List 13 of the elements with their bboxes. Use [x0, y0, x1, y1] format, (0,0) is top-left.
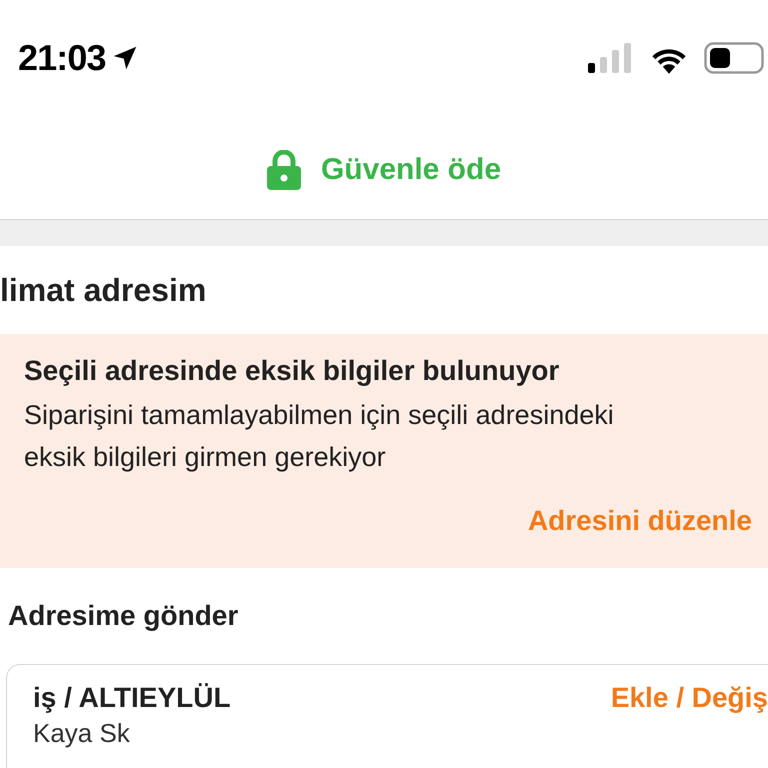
page-title: Güvenle öde	[320, 152, 502, 188]
address-name: iş / ALTIEYLÜL	[33, 681, 231, 715]
address-line: Kaya Sk	[33, 719, 131, 747]
section-title: limat adresim	[0, 271, 206, 310]
add-change-link[interactable]: Ekle / Değiş	[610, 677, 768, 719]
battery-icon	[704, 42, 764, 74]
warning-title: Seçili adresinde eksik bilgiler bulunuyor	[24, 354, 560, 388]
edit-address-link[interactable]: Adresini düzenle	[528, 500, 752, 542]
section-title: Adresime gönder	[8, 599, 238, 633]
clock-time: 21:03	[18, 36, 106, 80]
lock-icon	[266, 150, 301, 190]
signal-icon	[586, 43, 634, 73]
warning-message: Siparişini tamamlayabilmen için seçili adresindeki eksik bilgileri girmen gerekiyor	[24, 399, 615, 474]
